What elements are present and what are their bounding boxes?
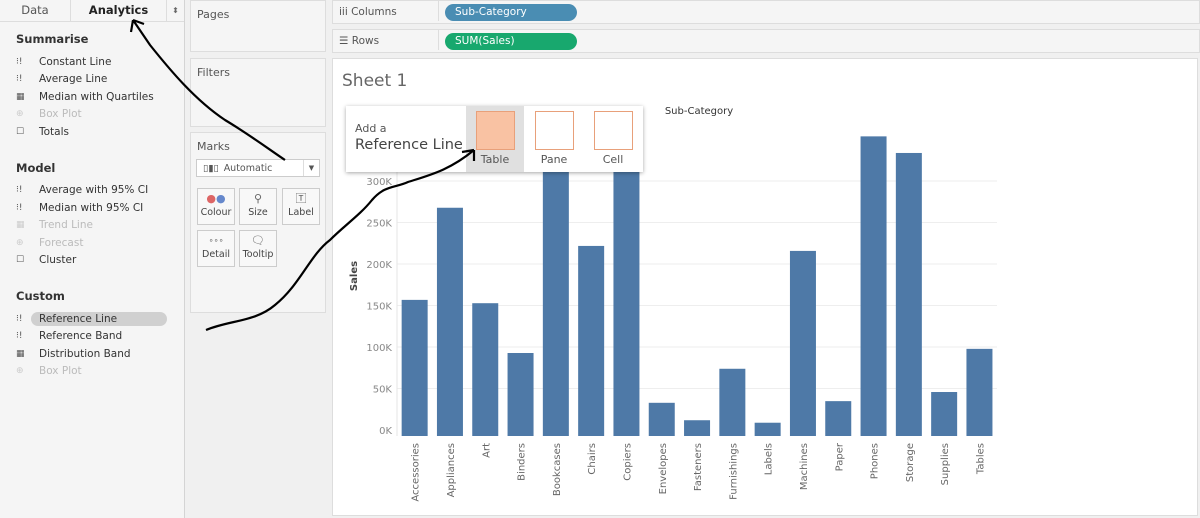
- x-tick-label: Copiers: [622, 443, 633, 481]
- x-tick-label: Phones: [870, 443, 881, 479]
- x-tick-label: Binders: [517, 443, 528, 481]
- x-tick-label: Machines: [799, 443, 810, 490]
- add-reference-line-popup: Add a Reference Line Table Pane Cell: [346, 106, 643, 172]
- scope-table-option[interactable]: Table: [466, 106, 524, 172]
- y-tick-label: 100K: [366, 343, 392, 354]
- popup-line2: Reference Line: [355, 137, 463, 153]
- chart-title: Sub-Category: [665, 106, 733, 117]
- x-tick-label: Furnishings: [728, 443, 739, 500]
- bar-tables: [966, 348, 993, 436]
- bar-accessories: [401, 299, 428, 436]
- y-tick-label: 250K: [366, 219, 392, 230]
- x-tick-label: Art: [481, 443, 492, 458]
- bar-copiers: [613, 157, 640, 436]
- y-tick-label: 0K: [379, 426, 392, 437]
- table-scope-icon: [475, 111, 515, 150]
- pane-scope-icon: [534, 111, 574, 150]
- bar-binders: [507, 353, 534, 436]
- y-tick-label: 300K: [366, 177, 392, 188]
- y-tick-label: 50K: [373, 385, 393, 396]
- x-tick-label: Accessories: [411, 443, 422, 502]
- bar-machines: [789, 250, 816, 436]
- pane-label: Pane: [540, 153, 568, 166]
- bar-storage: [895, 152, 922, 436]
- bar-paper: [825, 401, 852, 436]
- x-tick-label: Envelopes: [658, 443, 669, 494]
- x-tick-label: Storage: [905, 443, 916, 482]
- table-label: Table: [480, 153, 510, 166]
- bar-labels: [754, 422, 781, 436]
- cell-label: Cell: [602, 153, 624, 166]
- y-tick-label: 150K: [366, 302, 392, 313]
- x-tick-label: Labels: [764, 443, 775, 475]
- scope-cell-option[interactable]: Cell: [584, 106, 642, 172]
- y-axis-label: Sales: [349, 261, 360, 291]
- bar-fasteners: [684, 420, 711, 436]
- bar-appliances: [436, 207, 463, 436]
- x-tick-label: Supplies: [940, 443, 951, 485]
- bar-envelopes: [648, 402, 675, 436]
- x-tick-label: Appliances: [446, 443, 457, 497]
- bar-furnishings: [719, 368, 746, 436]
- bar-bookcases: [542, 162, 569, 436]
- x-tick-label: Tables: [975, 443, 986, 475]
- bar-phones: [860, 136, 887, 436]
- cell-scope-icon: [593, 111, 633, 150]
- y-tick-label: 200K: [366, 260, 392, 271]
- x-tick-label: Paper: [834, 442, 845, 471]
- bar-art: [472, 303, 499, 436]
- scope-pane-option[interactable]: Pane: [525, 106, 583, 172]
- x-tick-label: Chairs: [587, 443, 598, 475]
- x-tick-label: Bookcases: [552, 443, 563, 496]
- bar-chairs: [578, 245, 605, 436]
- bar-supplies: [931, 392, 958, 436]
- bar-chart: Sub-Category 0K 50K 100K 150K 200K 250K 300K Sal…: [349, 106, 997, 502]
- x-tick-label: Fasteners: [693, 443, 704, 491]
- popup-line1: Add a: [355, 122, 387, 135]
